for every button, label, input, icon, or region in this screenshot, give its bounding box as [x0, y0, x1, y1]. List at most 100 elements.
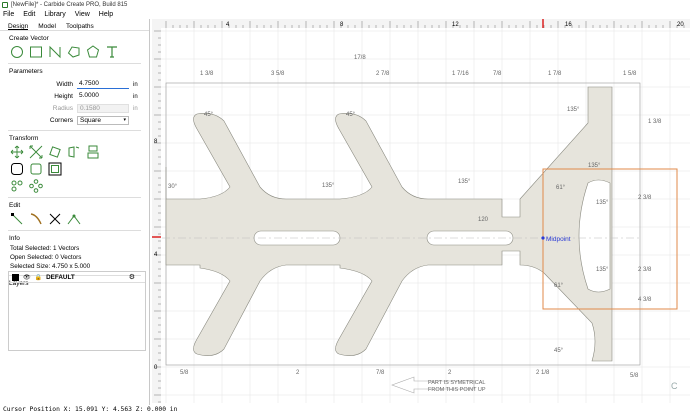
dim-label: 61° [554, 283, 564, 289]
dim-label: 2 3/8 [638, 195, 652, 201]
menu-view[interactable]: View [75, 11, 90, 18]
tab-model[interactable]: Model [38, 23, 56, 30]
ruler-label-16: 16 [565, 22, 572, 28]
move-icon[interactable] [10, 145, 24, 159]
layer-name[interactable]: DEFAULT [46, 274, 75, 281]
knife-icon[interactable] [29, 212, 43, 226]
transform-tools-row-1 [0, 145, 149, 159]
curve-icon[interactable] [48, 45, 62, 59]
corners-row: Corners Square ▾ [0, 115, 149, 126]
node-edit-icon[interactable] [10, 212, 24, 226]
left-ruler [152, 28, 161, 403]
dim-label: 30° [168, 184, 178, 190]
star-icon[interactable] [86, 45, 100, 59]
edit-title: Edit [9, 202, 21, 209]
dim-label: 3 5/8 [271, 71, 285, 77]
align-icon[interactable] [86, 145, 100, 159]
design-canvas[interactable]: 4 8 12 16 20 8 4 0 Midpoint 1 3/8 3 5/8 … [152, 19, 690, 403]
dim-label: 7/8 [493, 71, 502, 77]
dim-label: 135° [322, 183, 335, 189]
height-unit: in [133, 93, 138, 100]
width-label: Width [56, 81, 73, 88]
dim-label: 1 7/8 [548, 71, 562, 77]
dim-label: 1 5/8 [623, 71, 637, 77]
dim-label: 2 [448, 370, 452, 376]
polygon-icon[interactable] [67, 45, 81, 59]
array-icon[interactable] [29, 179, 43, 193]
tab-design[interactable]: Design [8, 23, 29, 30]
dim-label: 4 3/8 [638, 297, 652, 303]
top-ruler [152, 19, 690, 28]
corners-select[interactable]: Square ▾ [77, 116, 129, 125]
create-vector-tools [0, 45, 149, 59]
midpoint-label: Midpoint [546, 236, 571, 243]
dim-label: 135° [596, 200, 609, 206]
dim-label: 1 7/16 [452, 71, 469, 77]
eye-icon[interactable]: 👁 [23, 274, 31, 281]
dim-label: 45° [554, 348, 564, 354]
dim-label: 5/8 [630, 373, 639, 379]
divider [8, 130, 141, 131]
dim-label: 61° [556, 185, 566, 191]
radius-unit: in [133, 105, 138, 112]
menu-library[interactable]: Library [44, 11, 65, 18]
lock-icon[interactable]: 🔒 [35, 274, 42, 281]
info-selected-size: Selected Size: 4.750 x 5.000 [10, 263, 91, 270]
create-vector-title: Create Vector [9, 35, 49, 42]
menu-help[interactable]: Help [99, 11, 113, 18]
divider [8, 230, 141, 231]
boolean-icon[interactable] [48, 162, 62, 176]
corners-value: Square [80, 117, 101, 124]
menu-edit[interactable]: Edit [23, 11, 35, 18]
width-row: Width 4.7500 in [0, 79, 149, 90]
info-open-selected: Open Selected: 0 Vectors [10, 254, 82, 261]
dim-label: 45° [204, 112, 214, 118]
dim-label: 45° [346, 112, 356, 118]
info-title: Info [9, 235, 20, 242]
layer-color-swatch[interactable] [12, 273, 19, 281]
height-row: Height 5.0000 in [0, 91, 149, 102]
height-field[interactable]: 5.0000 [77, 92, 129, 101]
dim-label: 135° [588, 163, 601, 169]
rectangle-icon[interactable] [29, 45, 43, 59]
layer-row[interactable]: 👁 🔒 DEFAULT ⚙ [9, 272, 145, 283]
info-total-selected: Total Selected: 1 Vectors [10, 245, 80, 252]
dim-label: 135° [567, 107, 580, 113]
join-icon[interactable] [67, 212, 81, 226]
text-icon[interactable] [105, 45, 119, 59]
menu-file[interactable]: File [3, 11, 14, 18]
midpoint-handle[interactable] [541, 236, 545, 240]
dim-label: 1 3/8 [648, 119, 662, 125]
radius-row: Radius 0.1580 in [0, 103, 149, 114]
circle-icon[interactable] [10, 45, 24, 59]
dim-label: 1 3/8 [200, 71, 214, 77]
note-line-2: FROM THIS POINT UP [428, 387, 486, 393]
dim-label: 120 [478, 217, 489, 223]
gear-icon[interactable]: ⚙ [129, 273, 135, 281]
transform-title: Transform [9, 135, 39, 142]
mirror-icon[interactable] [67, 145, 81, 159]
offset-icon[interactable] [10, 162, 24, 176]
window-title: [NewFile]* - Carbide Create PRO, Build 8… [11, 1, 128, 8]
height-label: Height [54, 93, 73, 100]
rotate-icon[interactable] [48, 145, 62, 159]
scale-icon[interactable] [29, 145, 43, 159]
dim-label: 2 7/8 [376, 71, 390, 77]
dim-label: 135° [596, 267, 609, 273]
dim-label: C [671, 381, 678, 391]
chevron-down-icon: ▾ [123, 117, 126, 123]
trim-icon[interactable] [48, 212, 62, 226]
dim-label: 135° [458, 179, 471, 185]
title-bar: [NewFile]* - Carbide Create PRO, Build 8… [0, 0, 690, 9]
width-field[interactable]: 4.7500 [77, 80, 129, 89]
dim-label: 5/8 [180, 370, 189, 376]
transform-tools-row-2 [0, 162, 149, 176]
tab-toolpaths[interactable]: Toolpaths [66, 23, 94, 30]
menu-bar: File Edit Library View Help [0, 9, 690, 19]
part-shape[interactable] [165, 86, 613, 362]
pattern-icon[interactable] [10, 179, 24, 193]
app-window: [NewFile]* - Carbide Create PRO, Build 8… [0, 0, 690, 414]
radius-field[interactable]: 0.1580 [77, 104, 129, 113]
corners-label: Corners [49, 117, 73, 124]
fillet-icon[interactable] [29, 162, 43, 176]
